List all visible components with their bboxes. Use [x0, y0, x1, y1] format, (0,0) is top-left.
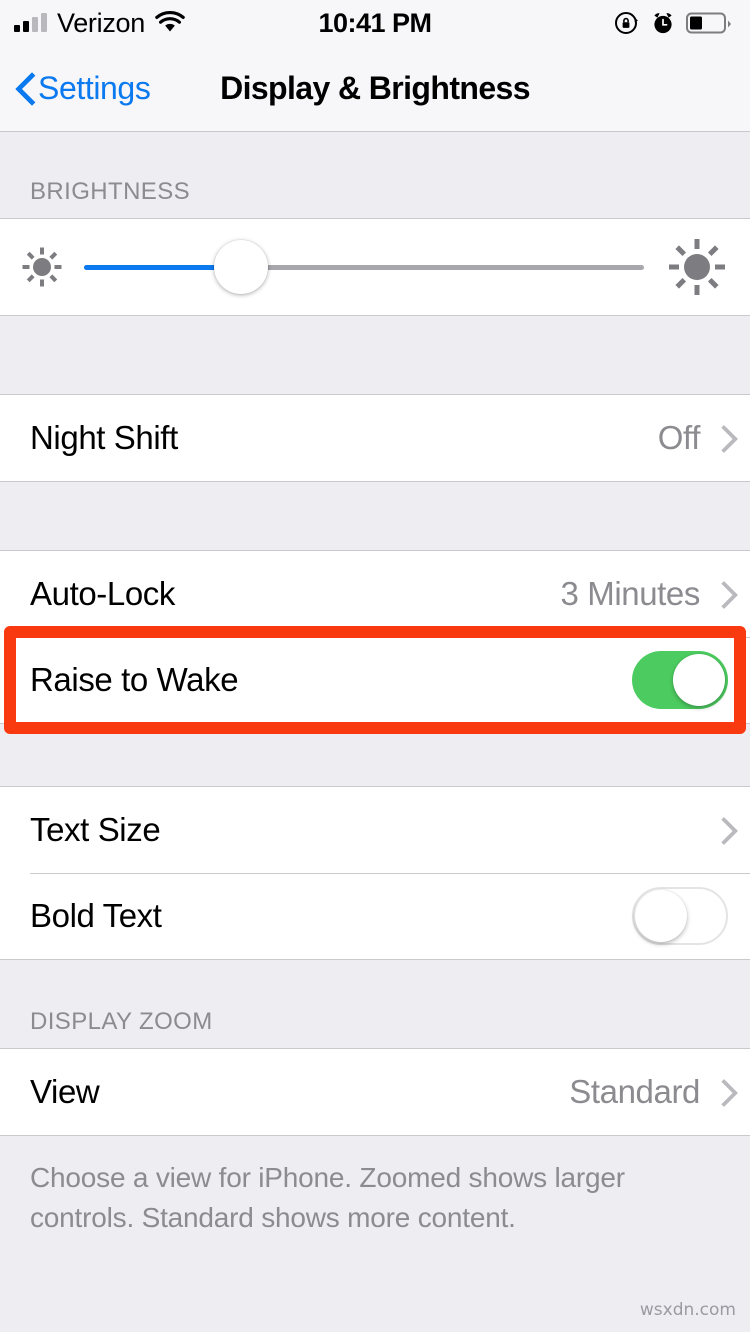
chevron-right-icon	[714, 426, 728, 450]
watermark: wsxdn.com	[639, 1300, 736, 1320]
rotation-lock-icon	[614, 10, 640, 36]
row-value-view: Standard	[569, 1073, 700, 1110]
row-accessory-auto-lock: 3 Minutes	[561, 575, 728, 613]
row-label-bold-text: Bold Text	[30, 897, 162, 934]
row-night-shift[interactable]: Night Shift Off	[0, 395, 750, 481]
row-value-auto-lock: 3 Minutes	[560, 575, 701, 612]
chevron-right-icon	[714, 582, 728, 606]
iphone-settings-screen: Verizon 10:41 PM Settings Display & Brig…	[0, 0, 750, 1332]
row-label-auto-lock: Auto-Lock	[30, 575, 175, 612]
spacer-top	[0, 132, 750, 166]
brightness-slider-row[interactable]	[0, 219, 750, 315]
slider-thumb[interactable]	[213, 240, 268, 294]
status-bar: Verizon 10:41 PM	[0, 0, 750, 46]
group-brightness	[0, 218, 750, 316]
row-accessory-bold-text	[632, 887, 728, 945]
back-button[interactable]: Settings	[18, 70, 151, 107]
sun-small-icon	[20, 245, 64, 289]
row-label-night-shift: Night Shift	[30, 419, 178, 456]
row-accessory-raise-to-wake	[632, 651, 728, 709]
spacer-text	[0, 724, 750, 786]
back-button-label: Settings	[38, 70, 151, 106]
row-text-size[interactable]: Text Size	[0, 787, 750, 873]
row-accessory-night-shift: Off	[658, 419, 728, 457]
carrier-label: Verizon	[57, 7, 145, 38]
sun-large-icon	[666, 236, 728, 298]
chevron-right-icon	[714, 818, 728, 842]
clock-label: 10:41 PM	[318, 7, 432, 38]
chevron-left-icon	[18, 74, 34, 104]
group-night-shift: Night Shift Off	[0, 394, 750, 482]
section-footer-display-zoom: Choose a view for iPhone. Zoomed shows l…	[0, 1136, 750, 1238]
group-text: Text Size Bold Text	[0, 786, 750, 960]
spacer-lock	[0, 482, 750, 550]
status-bar-right	[614, 10, 732, 36]
row-label-raise-to-wake: Raise to Wake	[30, 661, 239, 698]
row-raise-to-wake[interactable]: Raise to Wake	[0, 637, 750, 723]
section-header-brightness: BRIGHTNESS	[0, 166, 750, 218]
row-accessory-text-size	[714, 818, 728, 842]
toggle-bold-text[interactable]	[632, 887, 728, 945]
group-lock: Auto-Lock 3 Minutes Raise to Wake	[0, 550, 750, 724]
navigation-bar: Settings Display & Brightness	[0, 46, 750, 132]
alarm-clock-icon	[651, 10, 675, 36]
brightness-slider[interactable]	[84, 240, 644, 294]
cellular-signal-icon	[14, 13, 47, 32]
wifi-icon	[155, 11, 185, 35]
row-value-night-shift: Off	[657, 419, 701, 456]
toggle-knob	[635, 890, 687, 942]
spacer-display-zoom	[0, 960, 750, 996]
chevron-right-icon	[714, 1080, 728, 1104]
section-header-display-zoom: DISPLAY ZOOM	[0, 996, 750, 1048]
status-bar-left: Verizon	[14, 8, 185, 39]
group-display-zoom: View Standard	[0, 1048, 750, 1136]
toggle-knob	[673, 654, 725, 706]
row-view[interactable]: View Standard	[0, 1049, 750, 1135]
row-label-text-size: Text Size	[30, 811, 161, 848]
row-label-view: View	[30, 1073, 100, 1110]
battery-icon	[686, 11, 732, 35]
row-auto-lock[interactable]: Auto-Lock 3 Minutes	[0, 551, 750, 637]
row-bold-text[interactable]: Bold Text	[0, 873, 750, 959]
toggle-raise-to-wake[interactable]	[632, 651, 728, 709]
row-accessory-view: Standard	[569, 1073, 728, 1111]
spacer-night-shift	[0, 316, 750, 394]
